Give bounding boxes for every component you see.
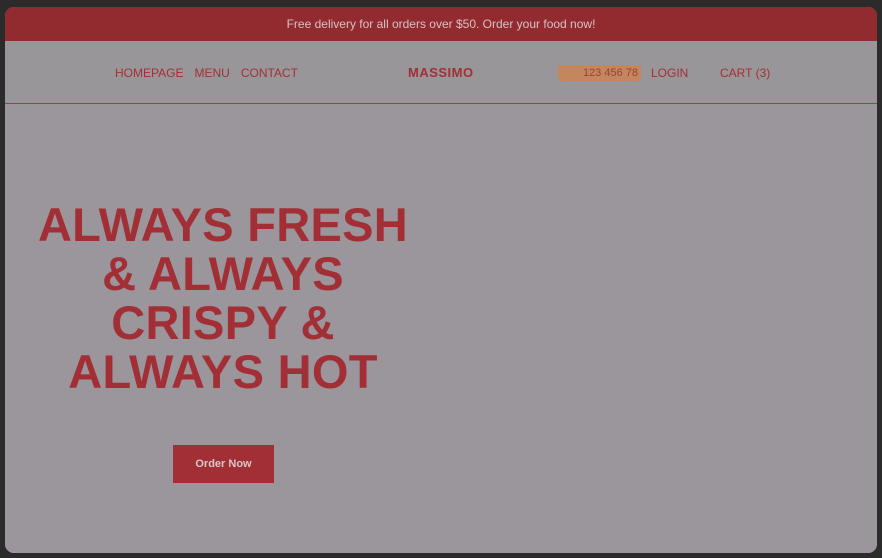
nav-links: HOMEPAGE MENU CONTACT xyxy=(115,66,298,80)
hero-title-line-2: & ALWAYS xyxy=(102,247,344,300)
hero-title: ALWAYS FRESH & ALWAYS CRISPY & ALWAYS HO… xyxy=(23,200,423,396)
nav-contact-link[interactable]: CONTACT xyxy=(241,66,298,80)
hero-title-line-3: CRISPY & xyxy=(111,296,335,349)
top-navigation: HOMEPAGE MENU CONTACT MASSIMO 123 456 78… xyxy=(5,41,877,104)
promo-bar: Free delivery for all orders over $50. O… xyxy=(5,7,877,41)
hero-section: ALWAYS FRESH & ALWAYS CRISPY & ALWAYS HO… xyxy=(5,104,877,553)
cart-link[interactable]: CART (3) xyxy=(720,66,770,80)
login-link[interactable]: LOGIN xyxy=(651,66,688,80)
order-now-button[interactable]: Order Now xyxy=(173,445,274,483)
nav-menu-link[interactable]: MENU xyxy=(194,66,229,80)
browser-window: Free delivery for all orders over $50. O… xyxy=(5,7,877,553)
phone-badge[interactable]: 123 456 78 xyxy=(558,65,641,81)
nav-homepage-link[interactable]: HOMEPAGE xyxy=(115,66,183,80)
hero-title-line-4: ALWAYS HOT xyxy=(68,345,378,398)
promo-text: Free delivery for all orders over $50. O… xyxy=(286,17,596,31)
brand-logo[interactable]: MASSIMO xyxy=(408,65,474,80)
hero-title-line-1: ALWAYS FRESH xyxy=(37,198,409,251)
phone-number: 123 456 78 xyxy=(582,67,638,79)
